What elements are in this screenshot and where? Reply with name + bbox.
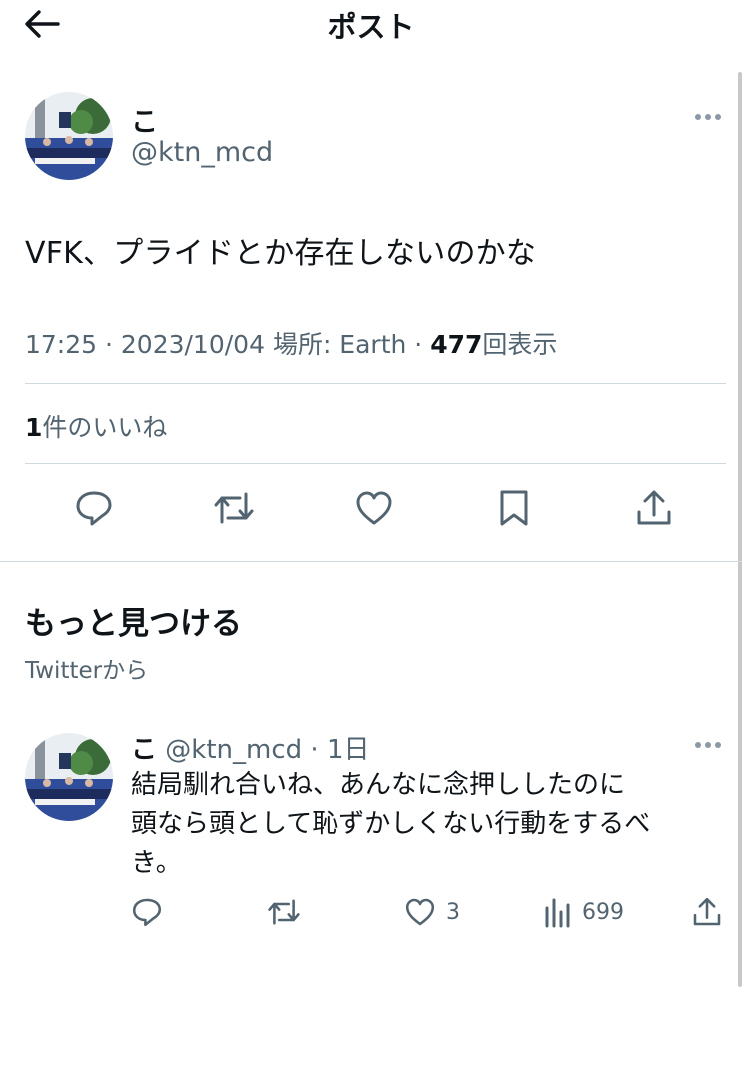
like-icon bbox=[405, 898, 435, 926]
like-button[interactable] bbox=[350, 484, 398, 532]
reply-button[interactable] bbox=[70, 484, 118, 532]
post-time[interactable]: 17:25 bbox=[25, 330, 97, 359]
reply-avatar[interactable] bbox=[25, 733, 113, 821]
more-icon bbox=[695, 114, 721, 120]
author-handle[interactable]: @ktn_mcd bbox=[131, 137, 273, 168]
views-count: 477 bbox=[430, 330, 483, 359]
section-subtitle: Twitterから bbox=[25, 658, 149, 684]
like-icon bbox=[356, 491, 392, 525]
scrollbar[interactable] bbox=[738, 72, 742, 987]
retweet-icon bbox=[268, 899, 300, 925]
reply-retweet-button[interactable] bbox=[266, 896, 302, 928]
reply-view-count: 699 bbox=[582, 899, 624, 925]
top-bar: ポスト bbox=[0, 0, 742, 48]
retweet-button[interactable] bbox=[210, 484, 258, 532]
more-options-button[interactable] bbox=[691, 107, 725, 127]
retweet-icon bbox=[214, 492, 254, 524]
post-text: VFK、プライドとか存在しないのかな bbox=[25, 236, 537, 271]
reply-text-line: 頭なら頭として恥ずかしくない行動をするべ bbox=[131, 809, 651, 839]
share-button[interactable] bbox=[630, 484, 678, 532]
reply-text: 結局馴れ合いね、あんなに念押ししたのに 頭なら頭として恥ずかしくない行動をするべ… bbox=[131, 766, 711, 883]
more-icon bbox=[695, 742, 721, 748]
reply-share-button[interactable] bbox=[691, 896, 723, 928]
reply-author-name[interactable]: こ bbox=[131, 735, 157, 765]
reply-icon bbox=[76, 491, 112, 526]
reply-text-line: き。 bbox=[131, 848, 182, 878]
reply-header: こ @ktn_mcd · 1日 bbox=[131, 735, 370, 765]
divider bbox=[25, 463, 726, 464]
likes-count-link[interactable]: 1件のいいね bbox=[25, 408, 167, 444]
post-meta: 17:25 · 2023/10/04 場所: Earth · 477回表示 bbox=[25, 330, 558, 359]
reply-text-line: 結局馴れ合いね、あんなに念押ししたのに bbox=[131, 770, 626, 800]
reply-icon bbox=[132, 898, 162, 927]
analytics-icon bbox=[545, 898, 570, 928]
reply-like-button[interactable]: 3 bbox=[404, 896, 460, 928]
avatar[interactable] bbox=[25, 92, 113, 180]
reply-views-button[interactable]: 699 bbox=[544, 896, 624, 928]
share-icon bbox=[637, 490, 671, 525]
author-name[interactable]: こ bbox=[131, 100, 158, 139]
post-date[interactable]: 2023/10/04 bbox=[121, 330, 265, 359]
divider bbox=[25, 383, 726, 384]
share-icon bbox=[693, 897, 721, 926]
reply-like-count: 3 bbox=[446, 899, 460, 925]
bookmark-icon bbox=[500, 490, 528, 526]
post-location: 場所: Earth bbox=[272, 330, 407, 359]
bookmark-button[interactable] bbox=[490, 484, 538, 532]
likes-count: 1 bbox=[25, 413, 43, 442]
reply-more-options-button[interactable] bbox=[691, 735, 725, 755]
section-divider bbox=[0, 561, 742, 562]
reply-author-handle[interactable]: @ktn_mcd bbox=[165, 735, 302, 765]
page-title: ポスト bbox=[327, 10, 415, 44]
section-title: もっと見つける bbox=[25, 606, 242, 642]
likes-label: 件のいいね bbox=[42, 413, 168, 442]
views-label: 回表示 bbox=[482, 330, 558, 359]
reply-age[interactable]: 1日 bbox=[327, 735, 370, 765]
reply-reply-button[interactable] bbox=[131, 896, 163, 928]
